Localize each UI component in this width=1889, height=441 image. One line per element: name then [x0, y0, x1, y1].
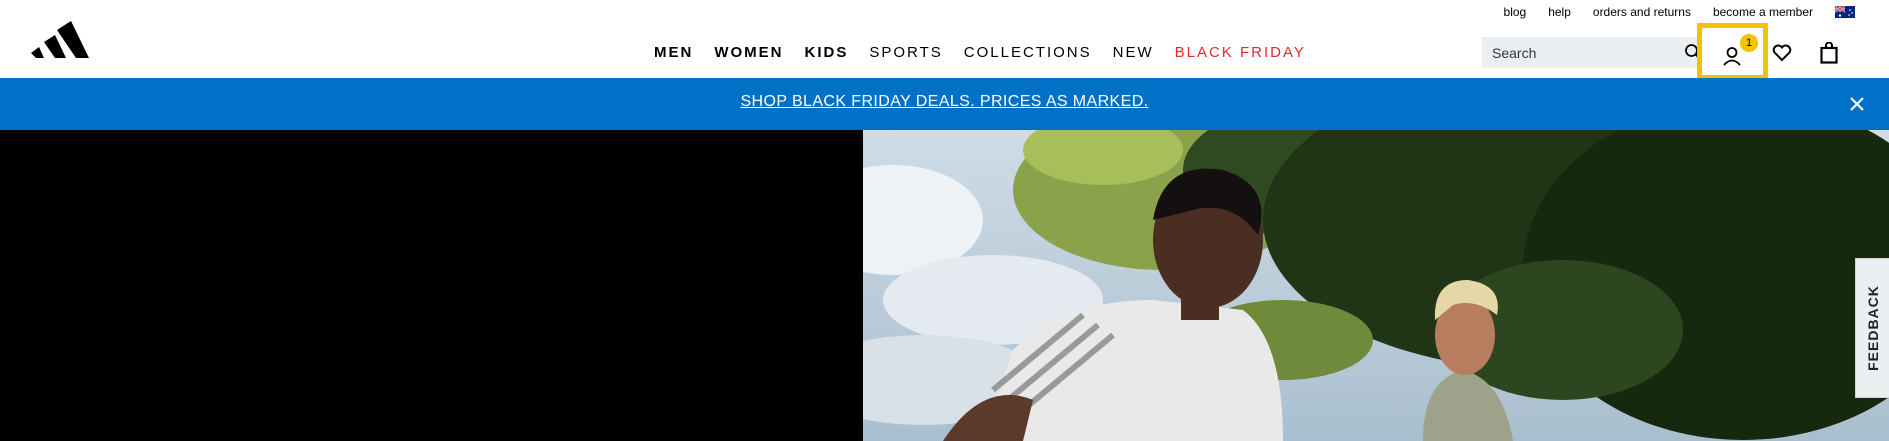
bag-icon[interactable] [1820, 42, 1838, 64]
adidas-logo-icon[interactable] [31, 20, 93, 60]
nav-women[interactable]: WOMEN [714, 44, 783, 61]
nav-sports[interactable]: SPORTS [869, 44, 942, 61]
site-header: blog help orders and returns become a me… [0, 0, 1889, 80]
australia-flag-icon[interactable] [1835, 6, 1855, 18]
nav-collections[interactable]: COLLECTIONS [964, 44, 1092, 61]
search-input[interactable] [1492, 37, 1672, 68]
account-button[interactable]: 1 [1697, 23, 1768, 80]
promo-link[interactable]: SHOP BLACK FRIDAY DEALS. PRICES AS MARKE… [0, 93, 1889, 111]
hero-black-panel [0, 130, 863, 441]
heart-icon[interactable] [1772, 44, 1792, 62]
feedback-tab[interactable]: FEEDBACK [1855, 258, 1889, 398]
search-box [1482, 37, 1710, 68]
blog-link[interactable]: blog [1504, 5, 1527, 19]
utility-links: blog help orders and returns become a me… [1504, 5, 1855, 19]
close-icon[interactable] [1849, 96, 1865, 112]
become-member-link[interactable]: become a member [1713, 5, 1813, 19]
nav-men[interactable]: MEN [654, 44, 693, 61]
hero-banner[interactable] [0, 130, 1889, 441]
user-icon [1723, 47, 1741, 66]
orders-returns-link[interactable]: orders and returns [1593, 5, 1691, 19]
feedback-label: FEEDBACK [1864, 285, 1881, 371]
help-link[interactable]: help [1548, 5, 1571, 19]
nav-black-friday[interactable]: BLACK FRIDAY [1175, 44, 1306, 61]
nav-new[interactable]: NEW [1113, 44, 1154, 61]
account-badge: 1 [1740, 34, 1758, 52]
main-nav: MEN WOMEN KIDS SPORTS COLLECTIONS NEW BL… [654, 44, 1306, 61]
hero-photo [863, 130, 1889, 441]
nav-kids[interactable]: KIDS [805, 44, 849, 61]
promo-banner: SHOP BLACK FRIDAY DEALS. PRICES AS MARKE… [0, 78, 1889, 130]
